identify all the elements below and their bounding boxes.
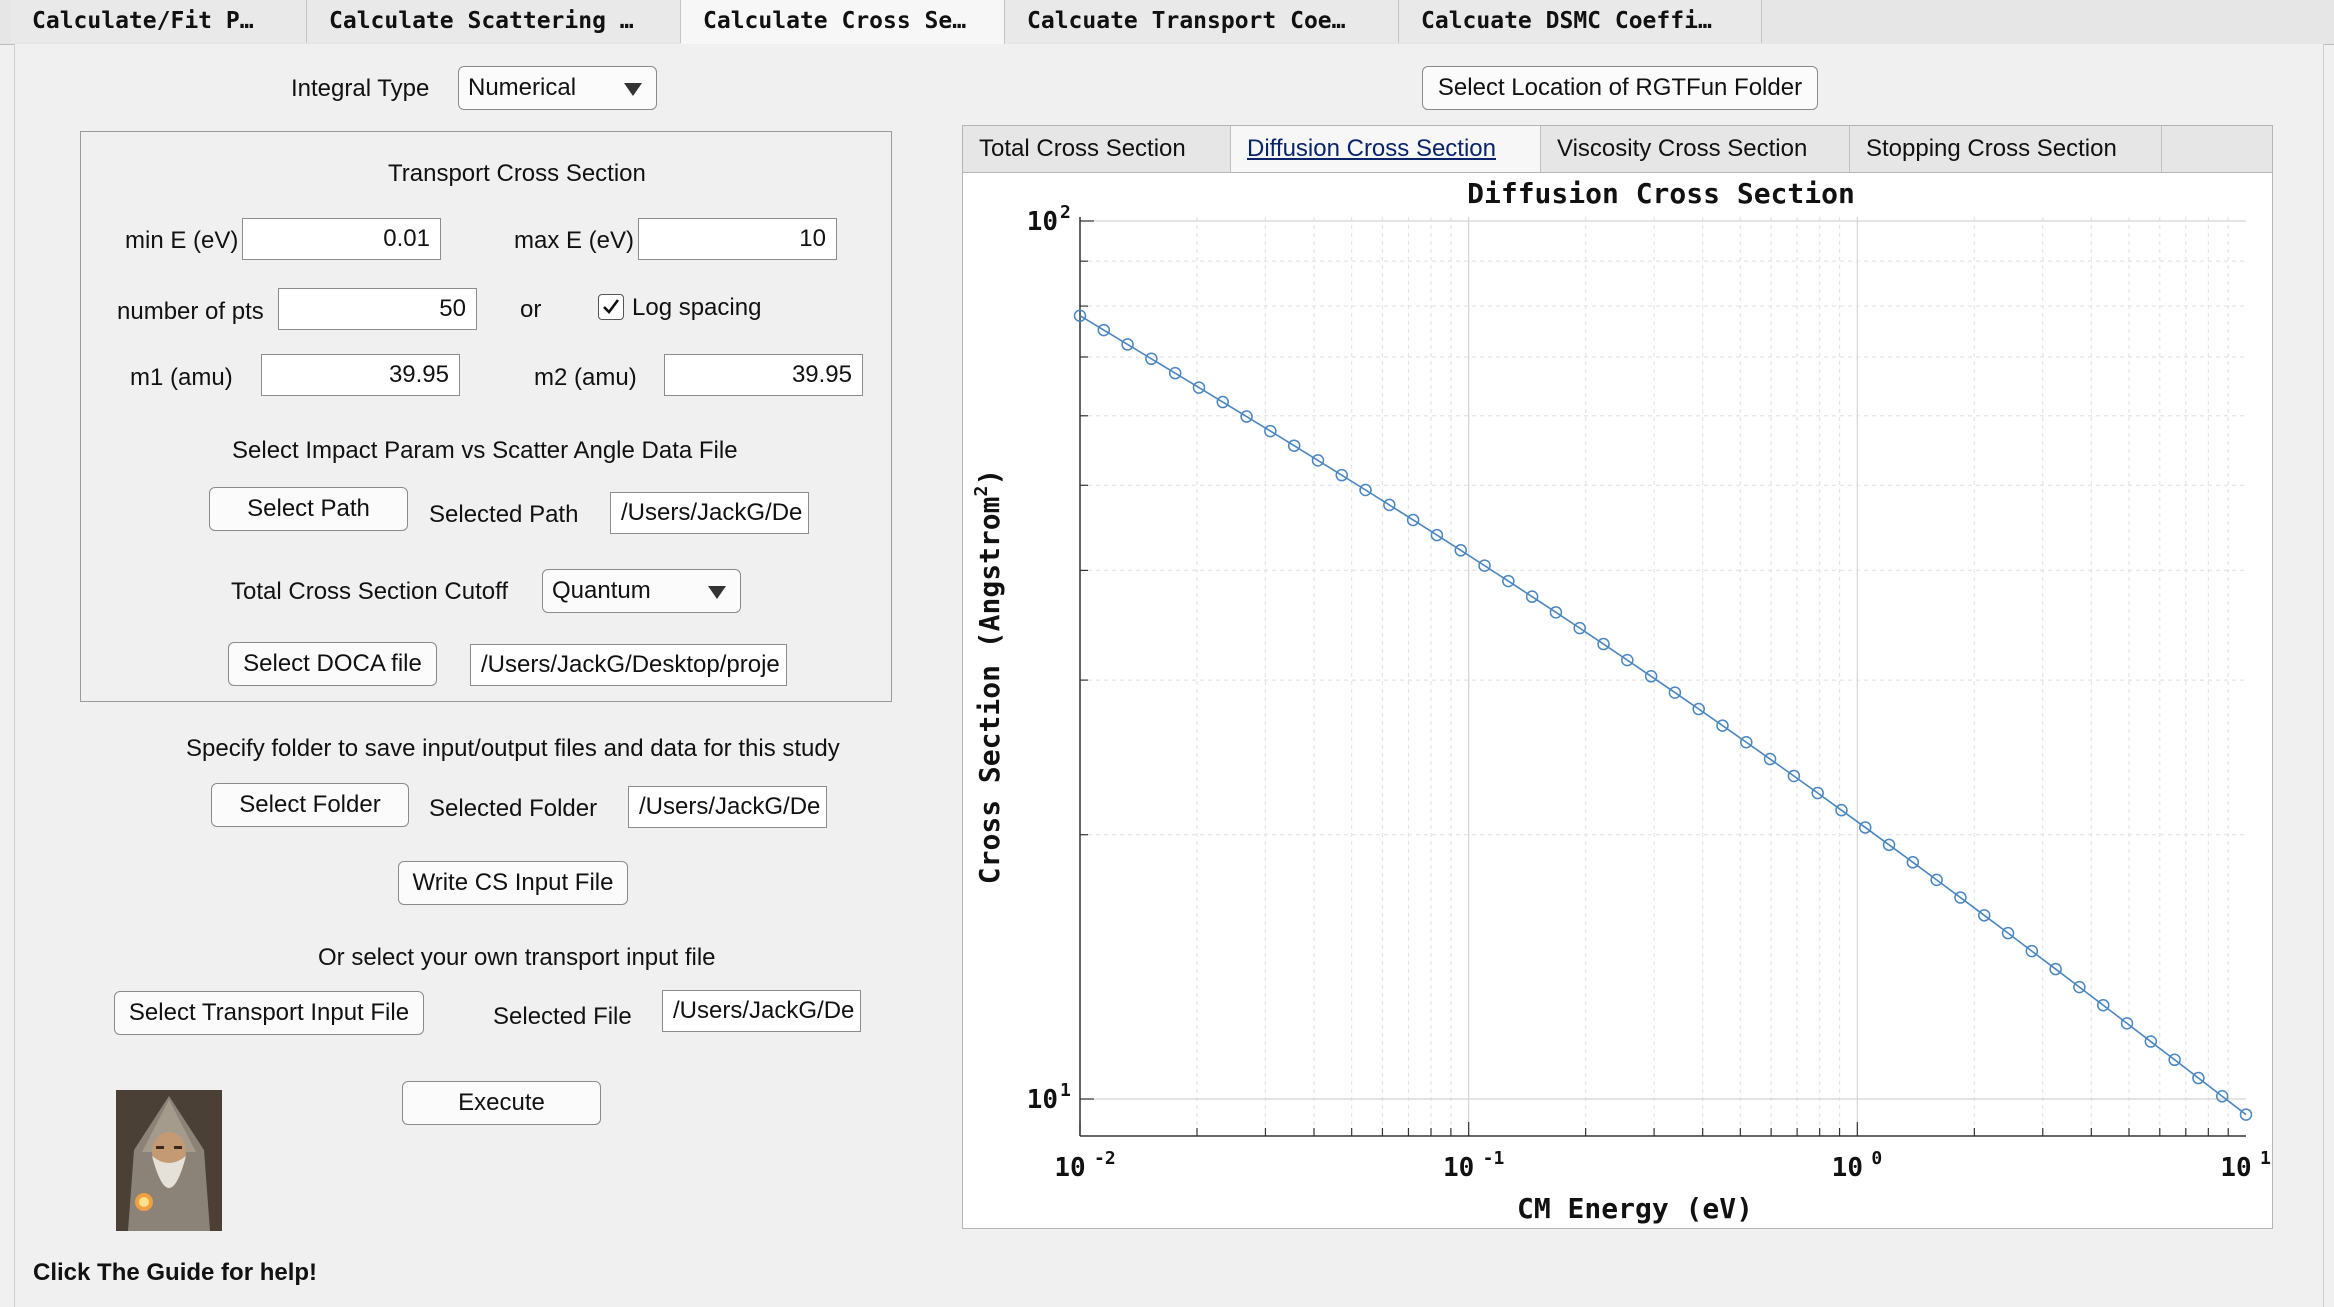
chart-title: Diffusion Cross Section [1467,177,1855,210]
plot-tab-bar: Total Cross Section Diffusion Cross Sect… [963,126,2272,173]
transport-group-title: Transport Cross Section [388,160,646,187]
chevron-down-icon [708,586,726,599]
plot-area: 10 -2 10 -1 10 0 10 1 10 1 10 2 Diffusion Cross Sect… [963,173,2272,1228]
tab-calculate-transport[interactable]: Calcuate Transport Coe… [1005,0,1399,43]
y-tick-label: 10 [1027,1085,1058,1115]
selected-path-label: Selected Path [429,501,579,528]
x-axis-label: CM Energy (eV) [1517,1192,1753,1225]
selected-file-label: Selected File [493,1003,632,1030]
cutoff-dropdown[interactable]: Quantum [542,569,741,613]
x-tick-label: 10 [2220,1153,2251,1183]
max-e-field[interactable]: 10 [638,218,837,260]
own-input-label: Or select your own transport input file [318,944,716,971]
tab-calculate-scattering[interactable]: Calculate Scattering … [307,0,681,43]
min-e-field[interactable]: 0.01 [242,218,441,260]
log-spacing-label: Log spacing [632,294,762,321]
selected-folder-field[interactable]: /Users/JackG/De [628,786,827,828]
m2-field[interactable]: 39.95 [664,354,863,396]
guide-wizard-image[interactable] [116,1090,222,1231]
selected-file-field[interactable]: /Users/JackG/De [662,990,861,1032]
x-tick-exponent: 0 [1871,1148,1882,1169]
checkmark-icon [603,299,620,314]
plot-tab-group: Total Cross Section Diffusion Cross Sect… [962,125,2273,1229]
x-tick-label: 10 [1054,1153,1085,1183]
select-doca-button[interactable]: Select DOCA file [228,642,437,686]
tab-stopping-cross-section[interactable]: Stopping Cross Section [1850,126,2162,172]
x-tick-label: 10 [1443,1153,1474,1183]
or-label: or [520,296,542,323]
tab-calculate-dsmc[interactable]: Calcuate DSMC Coeffi… [1399,0,1762,43]
tab-calculate-fit[interactable]: Calculate/Fit P… [10,0,307,43]
x-tick-exponent: -2 [1094,1148,1116,1169]
log-spacing-checkbox[interactable] [598,294,624,320]
top-tab-bar: Calculate/Fit P… Calculate Scattering … … [0,0,2334,45]
integral-type-label: Integral Type [291,75,430,102]
data-point [2239,1108,2253,1121]
y-tick-label: 10 [1027,207,1058,237]
number-of-pts-field[interactable]: 50 [278,288,477,330]
x-tick-label: 10 [1832,1153,1863,1183]
tab-diffusion-cross-section[interactable]: Diffusion Cross Section [1231,126,1541,172]
impact-param-label: Select Impact Param vs Scatter Angle Dat… [232,437,738,464]
tab-total-cross-section[interactable]: Total Cross Section [963,126,1231,172]
guide-help-text: Click The Guide for help! [33,1259,318,1286]
select-folder-button[interactable]: Select Folder [211,783,409,827]
min-e-label: min E (eV) [125,227,239,254]
m1-field[interactable]: 39.95 [261,354,460,396]
number-of-pts-label: number of pts [117,298,264,325]
m1-label: m1 (amu) [130,364,233,391]
select-transport-input-button[interactable]: Select Transport Input File [114,991,424,1035]
selected-folder-label: Selected Folder [429,795,598,822]
execute-button[interactable]: Execute [402,1081,601,1125]
select-path-button[interactable]: Select Path [209,487,408,531]
wizard-portrait [116,1090,222,1231]
save-folder-label: Specify folder to save input/output file… [186,735,840,762]
series-line [1079,315,2247,1116]
integral-type-dropdown[interactable]: Numerical [458,66,657,110]
tab-viscosity-cross-section[interactable]: Viscosity Cross Section [1541,126,1850,172]
transport-cross-section-group [80,131,892,702]
doca-path-field[interactable]: /Users/JackG/Desktop/proje [470,644,787,686]
write-cs-input-button[interactable]: Write CS Input File [398,861,628,905]
x-tick-exponent: -1 [1483,1148,1505,1169]
select-rgtfun-folder-button[interactable]: Select Location of RGTFun Folder [1422,66,1818,110]
y-tick-exponent: 1 [1060,1080,1071,1101]
integral-type-value: Numerical [468,74,577,101]
x-tick-exponent: 1 [2260,1148,2271,1169]
max-e-label: max E (eV) [514,227,635,254]
m2-label: m2 (amu) [534,364,637,391]
y-axis-label: Cross Section (Angstrom2) [971,469,1006,884]
cutoff-label: Total Cross Section Cutoff [231,578,509,605]
chevron-down-icon [624,83,642,96]
selected-path-field[interactable]: /Users/JackG/De [610,492,809,534]
cutoff-value: Quantum [552,577,651,604]
tab-calculate-cross-section[interactable]: Calculate Cross Se… [681,0,1005,45]
y-tick-exponent: 2 [1060,202,1071,223]
diffusion-chart[interactable]: 10 -2 10 -1 10 0 10 110 110 2Diffusion Cross Sect… [963,173,2272,1228]
